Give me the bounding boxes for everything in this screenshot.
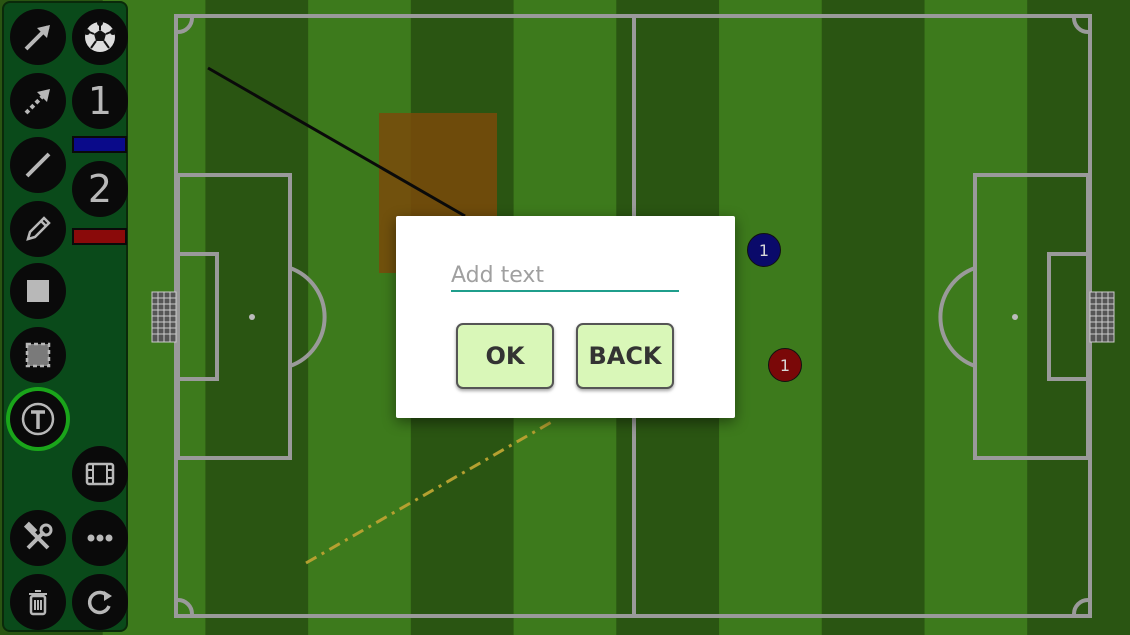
dashed-arrow-icon	[24, 89, 50, 115]
reset-tool[interactable]	[72, 574, 128, 630]
ok-button[interactable]: OK	[456, 323, 554, 389]
team-two-tool[interactable]: 2	[72, 161, 128, 217]
more-dots-icon	[87, 534, 113, 542]
text-tool[interactable]	[10, 391, 66, 447]
filled-square-icon	[27, 280, 49, 302]
team-one-tool[interactable]: 1	[72, 73, 128, 129]
pitch-stripe	[1027, 0, 1130, 635]
blue-player-marker[interactable]: 1	[747, 233, 781, 267]
dashed-square-icon	[25, 342, 51, 368]
hammer-wrench-icon	[23, 521, 53, 550]
tool-palette: 1 2	[2, 1, 128, 632]
add-text-dialog: OK BACK	[396, 216, 735, 418]
refresh-icon	[87, 590, 112, 615]
more-tool[interactable]	[72, 510, 128, 566]
team-one-color-swatch[interactable]	[72, 136, 127, 153]
pencil-icon	[26, 216, 51, 241]
soccer-ball-icon	[84, 20, 116, 52]
right-goal-net	[1089, 291, 1115, 343]
delete-tool[interactable]	[10, 574, 66, 630]
ball-tool[interactable]	[72, 9, 128, 65]
dashed-rectangle-tool[interactable]	[10, 327, 66, 383]
right-penalty-spot	[1012, 314, 1018, 320]
film-tool[interactable]	[72, 446, 128, 502]
pitch-stripe	[821, 0, 925, 635]
line-icon	[25, 152, 51, 178]
line-tool[interactable]	[10, 137, 66, 193]
add-text-input[interactable]	[451, 260, 679, 292]
pencil-tool[interactable]	[10, 201, 66, 257]
arrow-icon	[24, 25, 50, 51]
film-icon	[85, 462, 115, 486]
back-button[interactable]: BACK	[576, 323, 674, 389]
arrow-tool[interactable]	[10, 9, 66, 65]
text-t-icon	[21, 402, 55, 436]
red-player-marker[interactable]: 1	[768, 348, 802, 382]
left-goal-net	[151, 291, 177, 343]
trash-icon	[29, 590, 47, 616]
dashed-arrow-tool[interactable]	[10, 73, 66, 129]
left-penalty-spot	[249, 314, 255, 320]
tools-tool[interactable]	[10, 510, 66, 566]
rectangle-tool[interactable]	[10, 263, 66, 319]
team-two-color-swatch[interactable]	[72, 228, 127, 245]
